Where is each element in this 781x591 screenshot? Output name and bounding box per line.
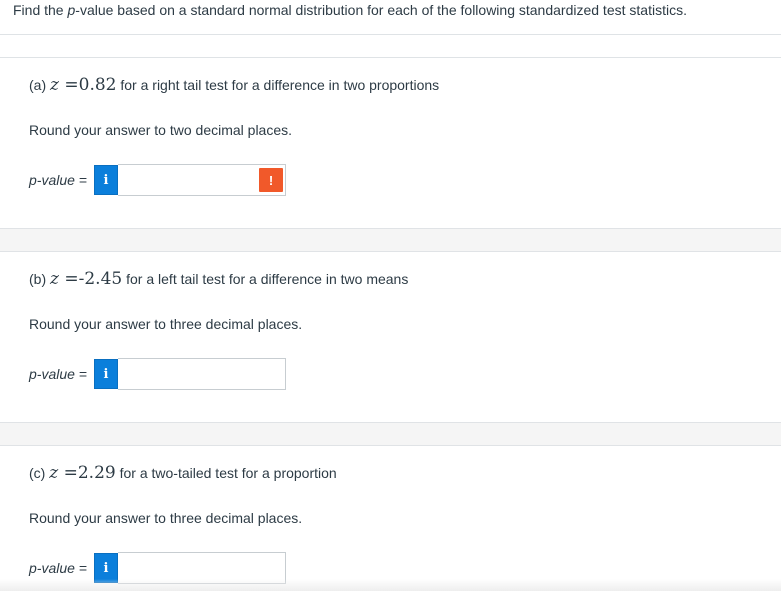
intro-text-end: -value based on a standard normal distri… <box>75 2 687 18</box>
warning-icon[interactable]: ! <box>258 168 283 192</box>
part-c-prompt: (c) z =2.29 for a two-tailed test for a … <box>29 464 337 482</box>
equals-sign: = <box>58 75 79 95</box>
question-page: Find the p-value based on a standard nor… <box>0 0 781 591</box>
divider <box>0 34 781 35</box>
part-a-answer-row: p-value = i ! <box>29 164 286 196</box>
divider <box>0 57 781 58</box>
part-b-pvalue-input[interactable] <box>117 358 286 390</box>
part-a-label: (a) <box>29 77 50 93</box>
part-b-rounding-note: Round your answer to three decimal place… <box>29 316 303 332</box>
part-b-description: for a left tail test for a difference in… <box>122 271 409 287</box>
equals-sign: = <box>58 269 79 289</box>
part-c-description: for a two-tailed test for a proportion <box>115 465 337 481</box>
pvalue-label: p-value = <box>29 172 87 188</box>
pvalue-label-text: p-value = <box>29 560 87 576</box>
section-separator <box>0 422 781 446</box>
z-value: -2.45 <box>78 269 123 289</box>
pvalue-label-text: p-value = <box>29 172 87 188</box>
section-separator <box>0 228 781 252</box>
pvalue-label: p-value = <box>29 366 87 382</box>
part-a-prompt: (a) z =0.82 for a right tail test for a … <box>29 76 439 94</box>
z-value: 2.29 <box>77 463 116 483</box>
pvalue-label: p-value = <box>29 560 87 576</box>
part-a-rounding-note: Round your answer to two decimal places. <box>29 122 293 138</box>
info-icon[interactable]: i <box>93 165 118 195</box>
part-b-label: (b) <box>29 271 50 287</box>
bottom-fade <box>0 579 781 591</box>
z-value: 0.82 <box>78 75 117 95</box>
part-b-answer-row: p-value = i <box>29 358 286 390</box>
part-b-statistic: z =-2.45 <box>50 269 122 289</box>
z-symbol: z <box>50 269 59 289</box>
part-a-statistic: z =0.82 <box>50 75 116 95</box>
pvalue-label-text: p-value = <box>29 366 87 382</box>
part-a-input-wrap: ! <box>117 164 286 196</box>
question-intro: Find the p-value based on a standard nor… <box>13 2 687 18</box>
part-a-description: for a right tail test for a difference i… <box>116 77 440 93</box>
intro-text-start: Find the <box>13 2 68 18</box>
info-icon[interactable]: i <box>93 359 118 389</box>
part-c-label: (c) <box>29 465 50 481</box>
part-c-rounding-note: Round your answer to three decimal place… <box>29 510 303 526</box>
part-b-prompt: (b) z =-2.45 for a left tail test for a … <box>29 270 408 288</box>
part-b-input-wrap <box>117 358 286 390</box>
part-c-statistic: z =2.29 <box>49 463 115 483</box>
z-symbol: z <box>49 463 59 483</box>
equals-sign: = <box>58 463 78 483</box>
z-symbol: z <box>50 75 59 95</box>
